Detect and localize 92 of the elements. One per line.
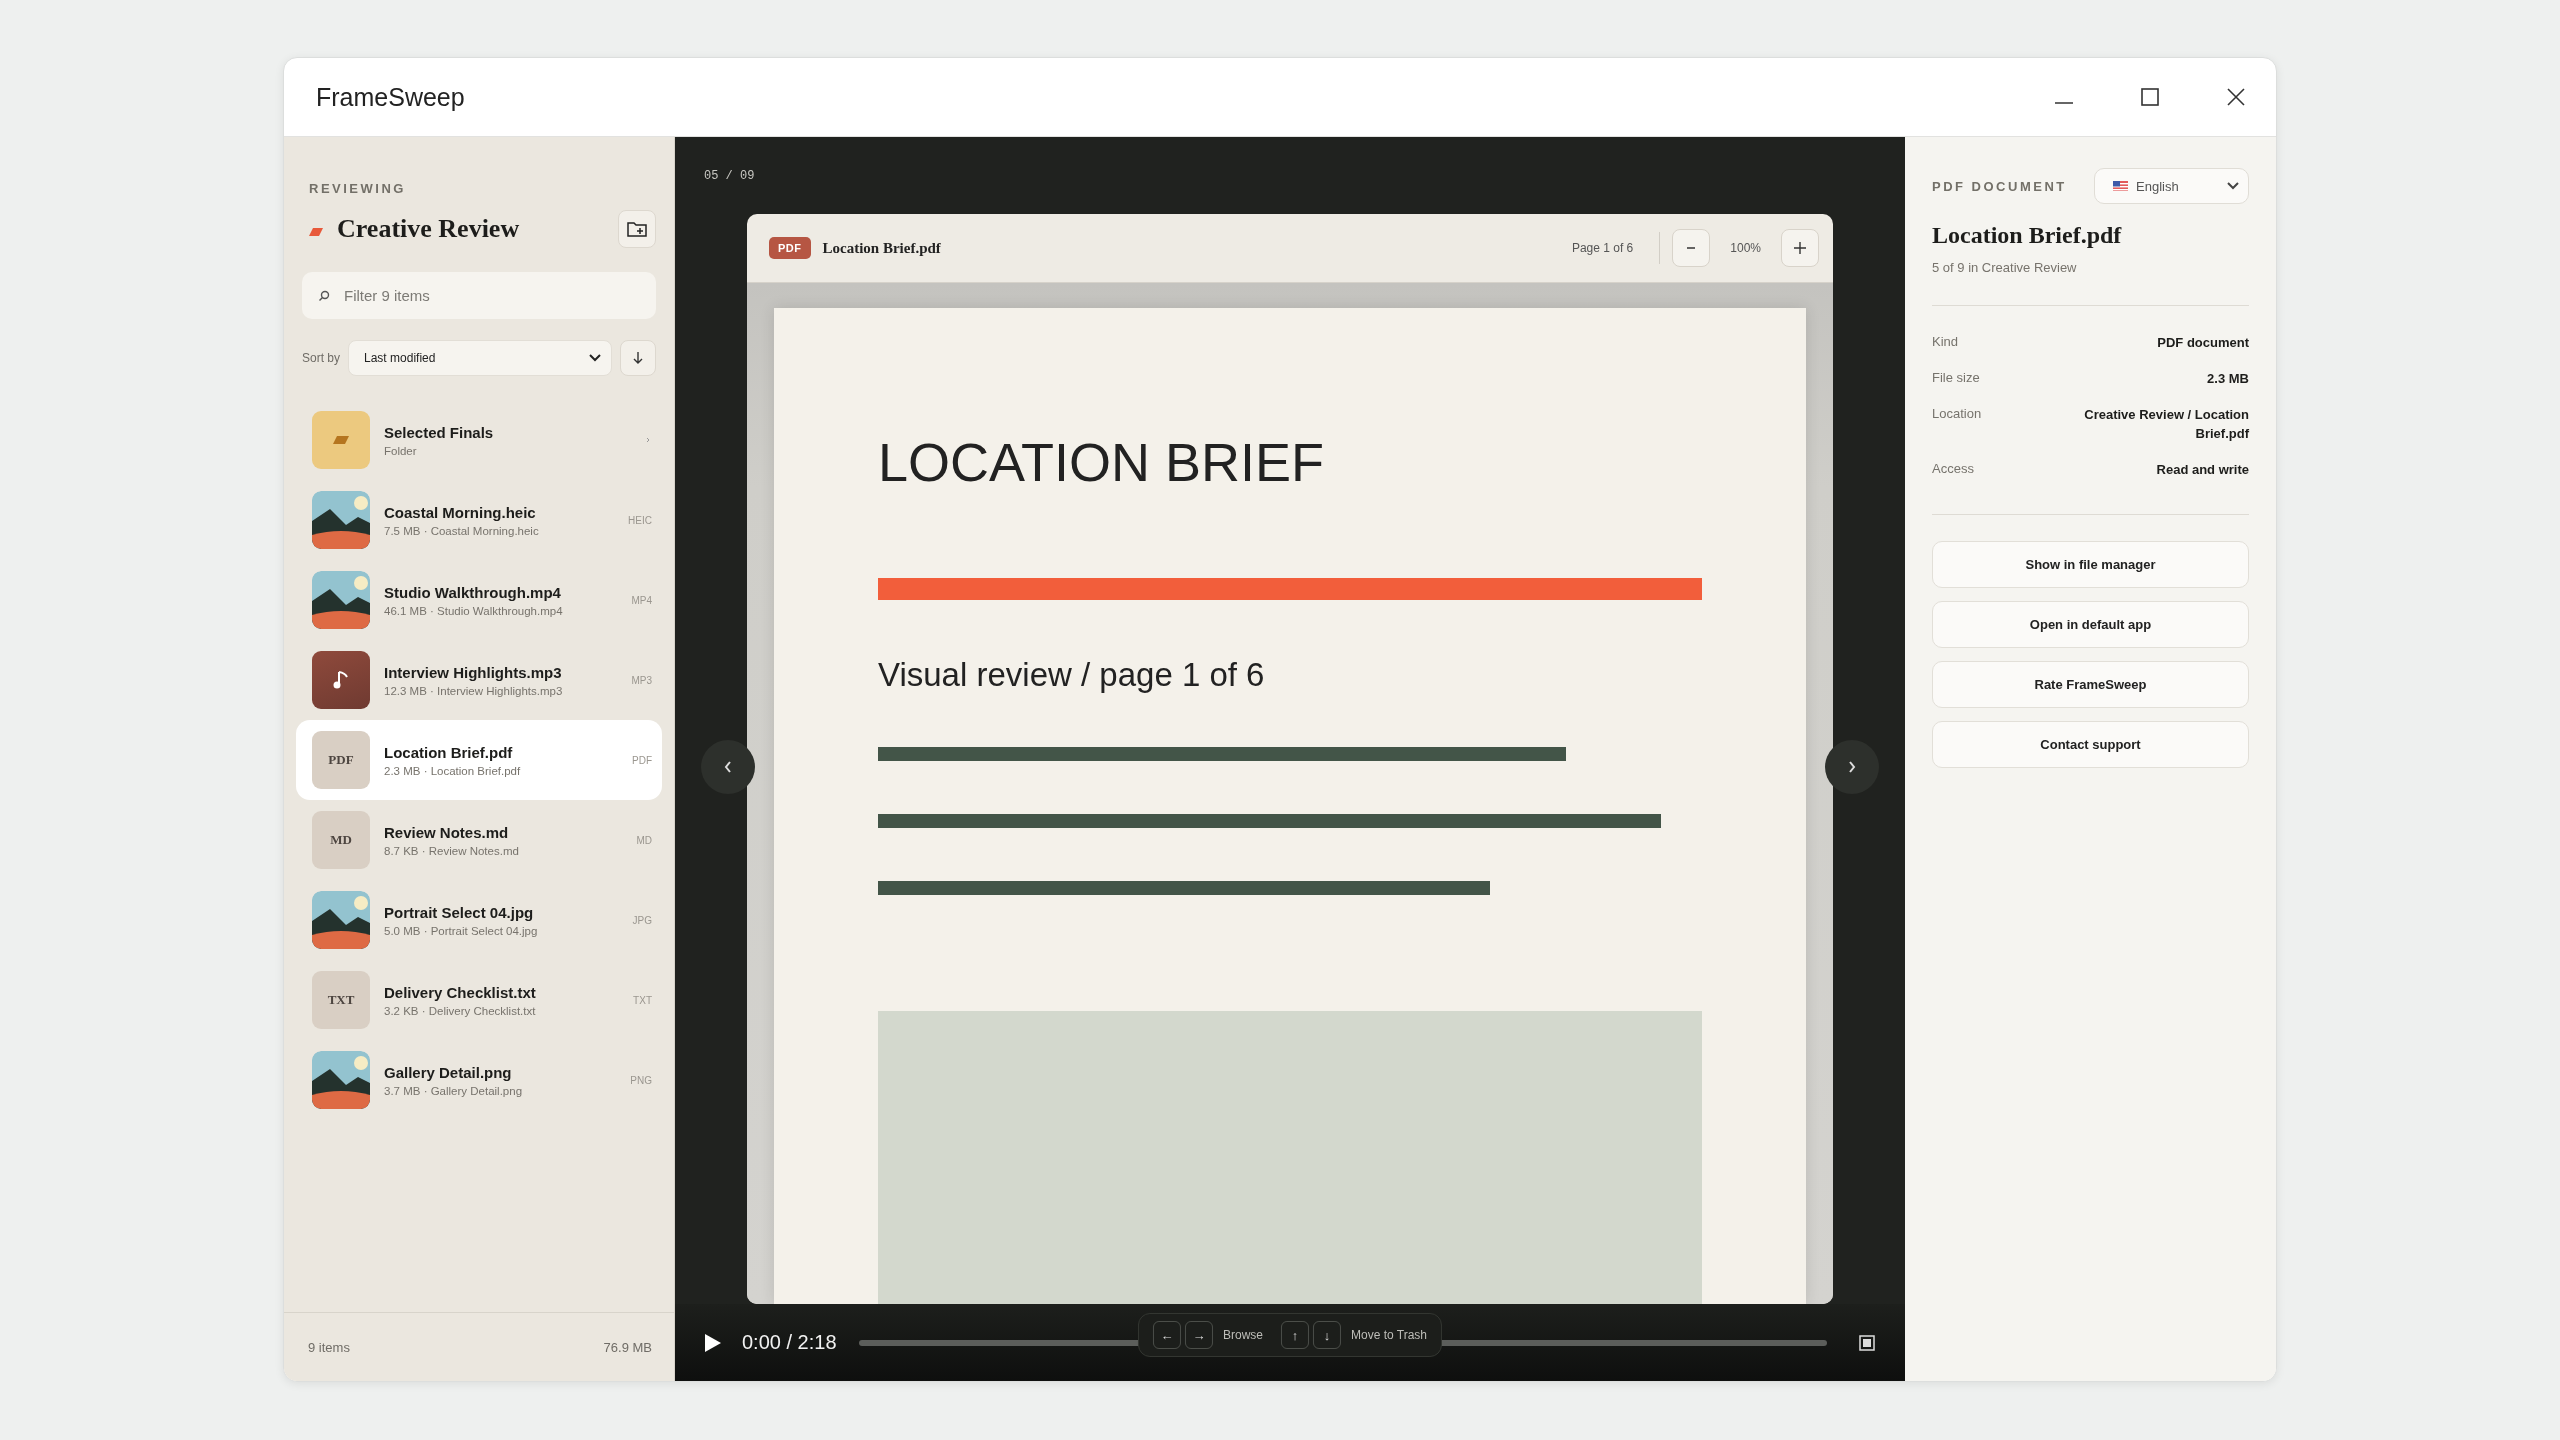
file-extension: MD (636, 834, 652, 846)
property-label: Kind (1932, 334, 1959, 351)
file-extension: MP3 (631, 674, 652, 686)
chevron-down-icon (589, 354, 601, 362)
total-size: 76.9 MB (603, 1339, 652, 1355)
action-button[interactable]: Contact support (1932, 720, 2249, 768)
file-meta: 5.0 MB · Portrait Select 04.jpg (384, 924, 539, 937)
chevron-down-icon (2227, 182, 2239, 190)
page-indicator: Page 1 of 6 (1571, 241, 1634, 255)
filter-field[interactable]: Filter 9 items (302, 272, 656, 319)
file-meta: 8.7 KB · Review Notes.md (384, 844, 520, 857)
file-meta: 46.1 MB · Studio Walkthrough.mp4 (384, 604, 564, 617)
property-value: 2.3 MB (2207, 370, 2249, 389)
folder-plus-icon (627, 221, 647, 237)
file-list-item[interactable]: Portrait Select 04.jpg 5.0 MB · Portrait Select 04.jpg JPG (296, 880, 662, 960)
file-extension: PDF (632, 754, 652, 766)
file-extension: JPG (632, 914, 652, 926)
file-extension: HEIC (628, 514, 652, 526)
play-icon[interactable] (704, 1332, 722, 1353)
file-name: Delivery Checklist.txt (384, 983, 537, 1001)
file-meta: 3.7 MB · Gallery Detail.png (384, 1084, 524, 1097)
file-type-badge: PDF (769, 237, 811, 259)
page-subheading: Visual review / page 1 of 6 (878, 656, 1266, 695)
window-title: FrameSweep (316, 82, 465, 112)
action-button[interactable]: Rate FrameSweep (1932, 660, 2249, 708)
file-name: Portrait Select 04.jpg (384, 903, 535, 921)
file-type-label: MD (330, 832, 352, 848)
file-list-item[interactable]: Coastal Morning.heic 7.5 MB · Coastal Morning.heic HEIC (296, 480, 662, 560)
file-name: Interview Highlights.mp3 (384, 663, 563, 681)
shortcut-label: Browse (1223, 1328, 1263, 1342)
property-value: Creative Review / Location Brief.pdf (2083, 406, 2249, 443)
file-extension: MP4 (631, 594, 652, 606)
file-name: Location Brief.pdf (384, 743, 514, 761)
document-position: 5 of 9 in Creative Review (1932, 260, 2078, 275)
shortcut-label: Move to Trash (1351, 1328, 1427, 1342)
playback-time: 0:00 / 2:18 (742, 1331, 837, 1354)
chevron-left-icon (724, 761, 732, 773)
file-name: Coastal Morning.heic (384, 503, 537, 521)
document-kind-label: PDF DOCUMENT (1932, 178, 2067, 194)
property-value: Read and write (2156, 460, 2249, 479)
file-list-item[interactable]: PDF Location Brief.pdf 2.3 MB · Location Brief.pdf PDF (296, 720, 662, 800)
sort-dropdown[interactable]: Last modified (348, 340, 612, 376)
close-icon[interactable] (2226, 87, 2246, 107)
document-title: Location Brief.pdf (822, 239, 942, 257)
file-type-label: TXT (327, 992, 355, 1008)
maximize-icon[interactable] (2140, 87, 2160, 107)
file-name: Studio Walkthrough.mp4 (384, 583, 562, 601)
file-list-item[interactable]: MD Review Notes.md 8.7 KB · Review Notes.md MD (296, 800, 662, 880)
file-meta: 7.5 MB · Coastal Morning.heic (384, 524, 540, 537)
action-button[interactable]: Show in file manager (1932, 540, 2249, 588)
flag-icon (2113, 181, 2128, 191)
file-extension: PNG (630, 1074, 652, 1086)
file-meta: 12.3 MB · Interview Highlights.mp3 (384, 684, 564, 697)
file-type-label: PDF (328, 752, 354, 768)
position-counter: 05 / 09 (704, 169, 755, 183)
section-label: REVIEWING (309, 181, 407, 196)
file-name: Selected Finals (384, 423, 495, 441)
file-list-item[interactable]: TXT Delivery Checklist.txt 3.2 KB · Delivery Checklist.txt TXT (296, 960, 662, 1040)
file-list-item[interactable]: Interview Highlights.mp3 12.3 MB · Interview Highlights.mp3 MP3 (296, 640, 662, 720)
file-meta: 3.2 KB · Delivery Checklist.txt (384, 1004, 537, 1017)
file-meta: 2.3 MB · Location Brief.pdf (384, 764, 522, 777)
new-folder-button[interactable] (618, 210, 656, 248)
chevron-right-icon (646, 437, 650, 443)
property-label: Location (1932, 406, 1982, 424)
file-list-item[interactable]: Gallery Detail.png 3.7 MB · Gallery Detail.png PNG (296, 1040, 662, 1120)
music-note-icon (333, 670, 349, 690)
zoom-level: 100% (1730, 241, 1761, 255)
file-meta: Folder (384, 444, 418, 457)
search-icon (318, 290, 330, 302)
language-dropdown[interactable]: English (2094, 168, 2249, 204)
document-title: Location Brief.pdf (1932, 222, 2123, 249)
property-label: File size (1932, 370, 1980, 388)
plus-icon (1793, 241, 1807, 255)
folder-mark-icon (333, 436, 349, 444)
file-list-item[interactable]: Studio Walkthrough.mp4 46.1 MB · Studio Walkthrough.mp4 MP4 (296, 560, 662, 640)
file-name: Review Notes.md (384, 823, 510, 841)
collection-mark-icon (309, 228, 323, 236)
item-count: 9 items (308, 1339, 350, 1355)
action-button[interactable]: Open in default app (1932, 600, 2249, 648)
collection-title: Creative Review (337, 214, 521, 244)
file-name: Gallery Detail.png (384, 1063, 513, 1081)
fullscreen-icon[interactable] (1859, 1334, 1875, 1351)
zoom-in-button[interactable] (1781, 229, 1819, 267)
property-value: PDF document (2157, 334, 2249, 352)
chevron-right-icon (1848, 761, 1856, 773)
file-extension: TXT (633, 994, 652, 1006)
arrow-down-icon (632, 351, 644, 365)
property-label: Access (1932, 460, 1974, 478)
sort-direction-button[interactable] (620, 340, 656, 376)
sort-label: Sort by (302, 351, 340, 365)
file-list-item[interactable]: Selected Finals Folder (296, 400, 662, 480)
page-heading: LOCATION BRIEF (878, 433, 1326, 493)
